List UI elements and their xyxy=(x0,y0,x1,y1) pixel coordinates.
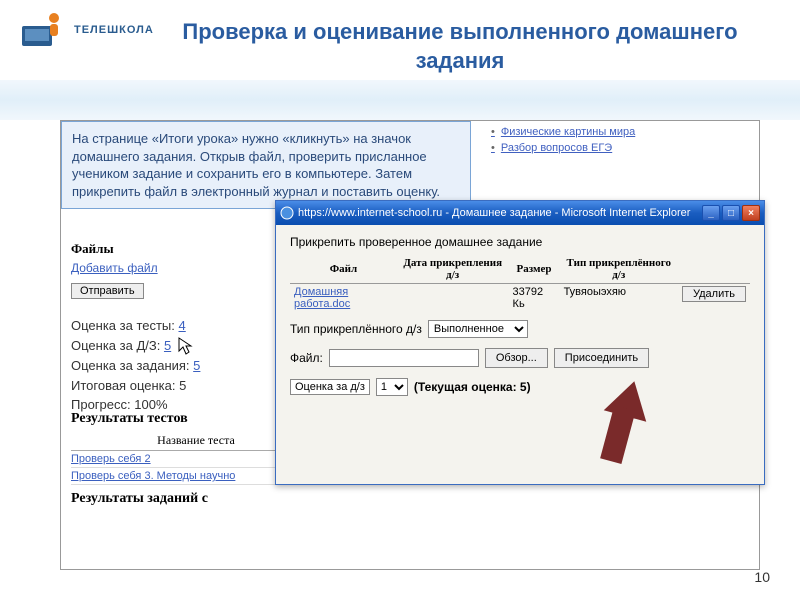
maximize-button[interactable]: □ xyxy=(722,205,740,221)
grade-tests-label: Оценка за тесты: xyxy=(71,318,175,333)
logo-icon xyxy=(20,10,70,50)
grade-total-label: Итоговая оценка: xyxy=(71,378,175,393)
close-button[interactable]: × xyxy=(742,205,760,221)
grade-dz-value[interactable]: 5 xyxy=(164,338,171,353)
side-links: •Физические картины мира •Разбор вопросо… xyxy=(491,126,635,158)
side-link-1[interactable]: •Разбор вопросов ЕГЭ xyxy=(491,142,635,154)
progress-value: 100% xyxy=(134,397,167,412)
col-date: Дата прикрепления д/з xyxy=(397,255,509,284)
progress-label: Прогресс: xyxy=(71,397,131,412)
popup-body: Прикрепить проверенное домашнее задание … xyxy=(276,225,764,406)
col-type: Тип прикреплённого д/з xyxy=(560,255,678,284)
cell-date xyxy=(397,284,509,313)
type-label: Тип прикреплённого д/з xyxy=(290,322,422,336)
background-wave xyxy=(0,80,800,120)
delete-button[interactable]: Удалить xyxy=(682,286,746,302)
logo: ТЕЛЕШКОЛА xyxy=(20,10,154,50)
slide-title: Проверка и оценивание выполненного домаш… xyxy=(140,18,780,75)
minimize-button[interactable]: _ xyxy=(702,205,720,221)
file-link[interactable]: Домашняя работа.doc xyxy=(294,286,350,310)
grade-select[interactable]: 1 xyxy=(376,378,408,396)
grades-block: Оценка за тесты: 4 Оценка за Д/З: 5 Оцен… xyxy=(71,316,200,415)
file-label: Файл: xyxy=(290,351,323,365)
page-number: 10 xyxy=(754,569,770,585)
grade-label: Оценка за д/з xyxy=(290,379,370,395)
cursor-icon xyxy=(177,336,193,356)
send-button[interactable]: Отправить xyxy=(71,283,144,299)
cell-size: 33792 Кь xyxy=(509,284,560,313)
files-label: Файлы xyxy=(71,241,271,257)
grade-total-value: 5 xyxy=(179,378,186,393)
side-link-0[interactable]: •Физические картины мира xyxy=(491,126,635,138)
col-file: Файл xyxy=(290,255,397,284)
files-section: Файлы Добавить файл Отправить xyxy=(71,241,271,299)
table-row: Домашняя работа.doc 33792 Кь Тувяоыэхяю … xyxy=(290,284,750,313)
popup-heading: Прикрепить проверенное домашнее задание xyxy=(290,235,750,249)
popup-title: https://www.internet-school.ru - Домашне… xyxy=(298,207,702,219)
cell-type: Тувяоыэхяю xyxy=(560,284,678,313)
results-tasks-header: Результаты заданий с xyxy=(71,491,208,507)
grade-tasks-value[interactable]: 5 xyxy=(193,358,200,373)
current-grade-text: (Текущая оценка: 5) xyxy=(414,380,531,394)
ie-icon xyxy=(280,206,294,220)
grade-tasks-label: Оценка за задания: xyxy=(71,358,190,373)
popup-titlebar[interactable]: https://www.internet-school.ru - Домашне… xyxy=(276,201,764,225)
add-file-link[interactable]: Добавить файл xyxy=(71,261,158,275)
attach-button[interactable]: Присоединить xyxy=(554,348,649,368)
grade-tests-value[interactable]: 4 xyxy=(179,318,186,333)
type-select[interactable]: Выполненное xyxy=(428,320,528,338)
homework-popup-window: https://www.internet-school.ru - Домашне… xyxy=(275,200,765,485)
grade-dz-label: Оценка за Д/З: xyxy=(71,338,160,353)
col-size: Размер xyxy=(509,255,560,284)
instruction-callout: На странице «Итоги урока» нужно «кликнут… xyxy=(61,121,471,209)
file-input[interactable] xyxy=(329,349,479,367)
attached-files-table: Файл Дата прикрепления д/з Размер Тип пр… xyxy=(290,255,750,312)
browse-button[interactable]: Обзор... xyxy=(485,348,548,368)
